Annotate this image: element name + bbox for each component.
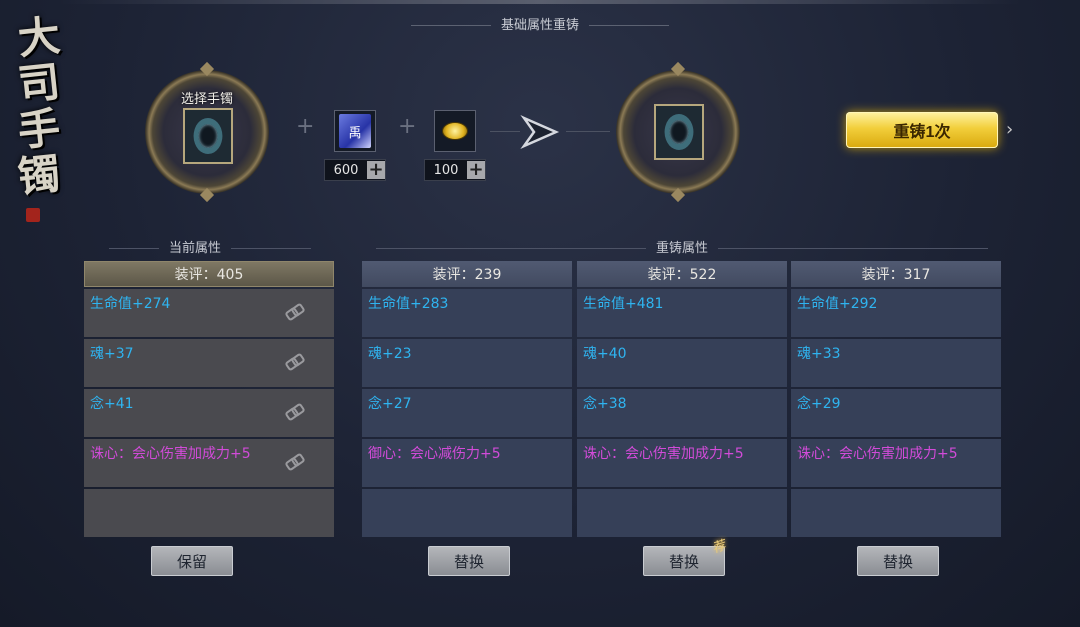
attr-text: 生命值+274	[90, 296, 171, 312]
attr-row: 念+29	[791, 389, 1001, 437]
talisman-scroll-icon[interactable]: 禹	[334, 110, 376, 152]
reforged-column-1: 装评：239 生命值+283 魂+23 念+27 御心：会心减伤力+5	[362, 261, 572, 537]
logo-char: 镯	[15, 148, 63, 202]
logo-char: 大	[15, 10, 63, 64]
gold-coin-glyph	[442, 122, 468, 140]
logo-char: 手	[15, 102, 63, 156]
talisman-scroll-glyph: 禹	[339, 114, 371, 148]
plus-icon: +	[296, 114, 315, 139]
attr-text: 御心：会心减伤力+5	[368, 446, 501, 462]
add-material-button[interactable]: +	[467, 161, 485, 179]
attr-text: 魂+40	[583, 346, 627, 362]
divider	[108, 248, 159, 249]
select-bracelet-label: 选择手镯	[180, 92, 233, 107]
keep-button[interactable]: 保留	[151, 546, 233, 576]
bracelet-input-slot[interactable]: 选择手镯	[145, 70, 269, 194]
attr-row: 魂+40	[577, 339, 787, 387]
attr-row: 诛心：会心伤害加成力+5	[791, 439, 1001, 487]
lock-link-icon[interactable]	[286, 357, 302, 367]
flow-line	[490, 131, 520, 132]
attr-row: 御心：会心减伤力+5	[362, 439, 572, 487]
current-attrs-title: 当前属性	[84, 237, 336, 256]
current-attrs-label: 当前属性	[168, 241, 221, 256]
material-count-2: 100 +	[424, 159, 486, 181]
gear-score: 装评：317	[791, 261, 1001, 287]
chevron-right-icon[interactable]: ›	[1006, 119, 1013, 140]
attr-row-empty	[362, 489, 572, 537]
reforged-column-3: 装评：317 生命值+292 魂+33 念+29 诛心：会心伤害加成力+5	[791, 261, 1001, 537]
attr-text: 诛心：会心伤害加成力+5	[797, 446, 958, 462]
reforged-attrs-title: 重铸属性	[362, 237, 1002, 256]
attr-row: 生命值+283	[362, 289, 572, 337]
attr-row-empty	[577, 489, 787, 537]
attr-row: 诛心：会心伤害加成力+5	[84, 439, 334, 487]
attr-text: 魂+23	[368, 346, 412, 362]
panel-title: 基础属性重铸	[0, 14, 1080, 33]
plus-icon: +	[398, 114, 417, 139]
attr-text: 生命值+283	[368, 296, 449, 312]
divider	[231, 248, 311, 249]
game-logo: 大 司 手 镯	[15, 10, 74, 229]
flow-line	[566, 131, 610, 132]
attr-row: 诛心：会心伤害加成力+5	[577, 439, 787, 487]
attr-text: 诛心：会心伤害加成力+5	[583, 446, 744, 462]
attr-row: 念+41	[84, 389, 334, 437]
material-count-value: 600	[333, 162, 359, 178]
attr-row: 生命值+292	[791, 289, 1001, 337]
attr-text: 诛心：会心伤害加成力+5	[90, 446, 251, 462]
attr-row: 魂+37	[84, 339, 334, 387]
attr-text: 念+41	[90, 396, 134, 412]
replace-button-1[interactable]: 替换	[428, 546, 510, 576]
divider	[375, 248, 646, 249]
gold-coin-icon[interactable]	[434, 110, 476, 152]
gear-score: 装评：405	[84, 261, 334, 287]
material-count-value: 100	[433, 162, 459, 178]
bracelet-frame	[183, 108, 233, 164]
attr-text: 念+27	[368, 396, 412, 412]
attr-text: 魂+33	[797, 346, 841, 362]
reforge-once-button[interactable]: 重铸1次	[846, 112, 998, 148]
attr-row-empty	[791, 489, 1001, 537]
attr-row-empty	[84, 489, 334, 537]
attr-text: 生命值+481	[583, 296, 664, 312]
attr-text: 念+38	[583, 396, 627, 412]
attr-row: 生命值+274	[84, 289, 334, 337]
attr-row: 生命值+481	[577, 289, 787, 337]
top-divider	[60, 0, 1020, 4]
forward-arrow-icon	[520, 115, 560, 149]
bracelet-icon	[188, 112, 228, 160]
replace-button-3[interactable]: 替换	[857, 546, 939, 576]
lock-link-icon[interactable]	[286, 407, 302, 417]
lock-link-icon[interactable]	[286, 457, 302, 467]
gear-score: 装评：522	[577, 261, 787, 287]
bracelet-frame	[654, 104, 704, 160]
current-attrs-column: 装评：405 生命值+274 魂+37 念+41 诛心：会心伤害加成力+5	[84, 261, 334, 537]
attr-row: 魂+33	[791, 339, 1001, 387]
red-seal-icon	[26, 208, 40, 222]
attr-row: 念+27	[362, 389, 572, 437]
gear-score: 装评：239	[362, 261, 572, 287]
logo-char: 司	[15, 56, 63, 110]
reforged-attrs-label: 重铸属性	[655, 241, 708, 256]
attr-row: 念+38	[577, 389, 787, 437]
reforged-column-2: 装评：522 生命值+481 魂+40 念+38 诛心：会心伤害加成力+5	[577, 261, 787, 537]
divider	[718, 248, 988, 249]
material-count-1: 600 +	[324, 159, 386, 181]
attr-text: 魂+37	[90, 346, 134, 362]
attr-text: 生命值+292	[797, 296, 878, 312]
attr-row: 魂+23	[362, 339, 572, 387]
add-material-button[interactable]: +	[367, 161, 385, 179]
bracelet-output-slot	[616, 70, 740, 194]
lock-link-icon[interactable]	[286, 307, 302, 317]
bracelet-icon	[659, 108, 699, 156]
attr-text: 念+29	[797, 396, 841, 412]
